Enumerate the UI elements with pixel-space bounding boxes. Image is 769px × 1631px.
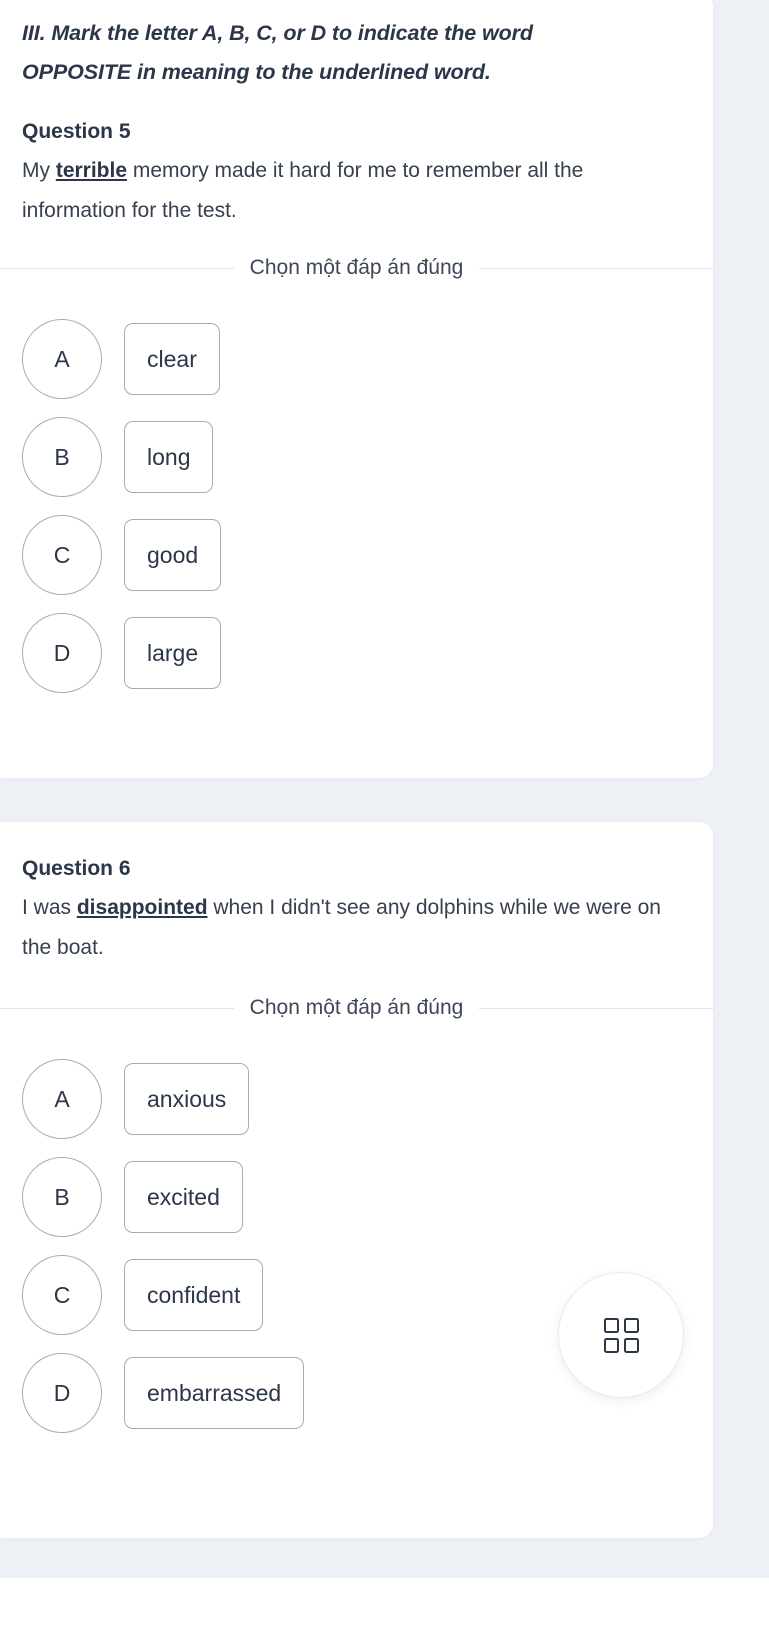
choose-answer-divider-6: Chọn một đáp án đúng — [0, 996, 714, 1020]
divider-rule-left — [0, 267, 234, 269]
question-5-underlined-word: terrible — [55, 159, 128, 182]
question-5-text-before: My — [22, 159, 56, 182]
option-letter-a[interactable]: A — [22, 319, 102, 399]
option-text-b[interactable]: long — [124, 421, 214, 493]
question-6-underlined-word: disappointed — [76, 896, 208, 919]
question-6-label: Question 6 — [22, 857, 131, 880]
page-bottom-filler — [0, 1578, 769, 1631]
option-letter-b[interactable]: B — [22, 1157, 102, 1237]
divider-rule-right — [479, 1007, 714, 1009]
grid-icon-cell-1 — [603, 1317, 619, 1333]
grid-icon-cell-2 — [623, 1317, 639, 1333]
option-letter-c[interactable]: C — [22, 515, 102, 595]
option-letter-d[interactable]: D — [22, 1353, 102, 1433]
option-row-a[interactable]: A clear — [22, 310, 691, 408]
section-instruction-line-2: OPPOSITE in meaning to the underlined wo… — [22, 60, 491, 84]
option-text-c[interactable]: good — [124, 519, 222, 591]
option-letter-c[interactable]: C — [22, 1255, 102, 1335]
option-row-b[interactable]: B long — [22, 408, 691, 506]
option-letter-b[interactable]: B — [22, 417, 102, 497]
section-instruction-line-1: III. Mark the letter A, B, C, or D to in… — [22, 21, 533, 45]
question-6-text-before: I was — [22, 896, 77, 919]
section-instruction: III. Mark the letter A, B, C, or D to in… — [22, 14, 691, 92]
question-grid-fab[interactable] — [558, 1272, 684, 1398]
grid-icon-cell-4 — [623, 1337, 639, 1353]
question-6-text: I was disappointed when I didn't see any… — [22, 888, 691, 968]
option-letter-a[interactable]: A — [22, 1059, 102, 1139]
question-5-label: Question 5 — [22, 120, 131, 143]
option-text-b[interactable]: excited — [124, 1161, 243, 1233]
option-row-c[interactable]: C good — [22, 506, 691, 604]
option-row-b[interactable]: B excited — [22, 1148, 691, 1246]
choose-answer-divider-5: Chọn một đáp án đúng — [0, 256, 714, 280]
option-text-d[interactable]: large — [124, 617, 222, 689]
choose-answer-label: Chọn một đáp án đúng — [249, 996, 464, 1019]
divider-rule-right — [479, 267, 714, 269]
divider-rule-left — [0, 1007, 234, 1009]
option-row-d[interactable]: D large — [22, 604, 691, 702]
choose-answer-label: Chọn một đáp án đúng — [249, 256, 464, 279]
option-row-a[interactable]: A anxious — [22, 1050, 691, 1148]
option-text-d[interactable]: embarrassed — [124, 1357, 305, 1429]
options-list-5: A clear B long C good D large — [22, 310, 691, 702]
quiz-page: III. Mark the letter A, B, C, or D to in… — [0, 0, 769, 1631]
question-card-5: III. Mark the letter A, B, C, or D to in… — [0, 0, 714, 778]
option-letter-d[interactable]: D — [22, 613, 102, 693]
option-text-a[interactable]: clear — [124, 323, 220, 395]
grid-icon — [603, 1317, 639, 1353]
option-text-a[interactable]: anxious — [124, 1063, 250, 1135]
grid-icon-cell-3 — [603, 1337, 619, 1353]
question-card-6: Question 6 I was disappointed when I did… — [0, 822, 714, 1538]
question-5-text: My terrible memory made it hard for me t… — [22, 151, 691, 231]
option-text-c[interactable]: confident — [124, 1259, 264, 1331]
